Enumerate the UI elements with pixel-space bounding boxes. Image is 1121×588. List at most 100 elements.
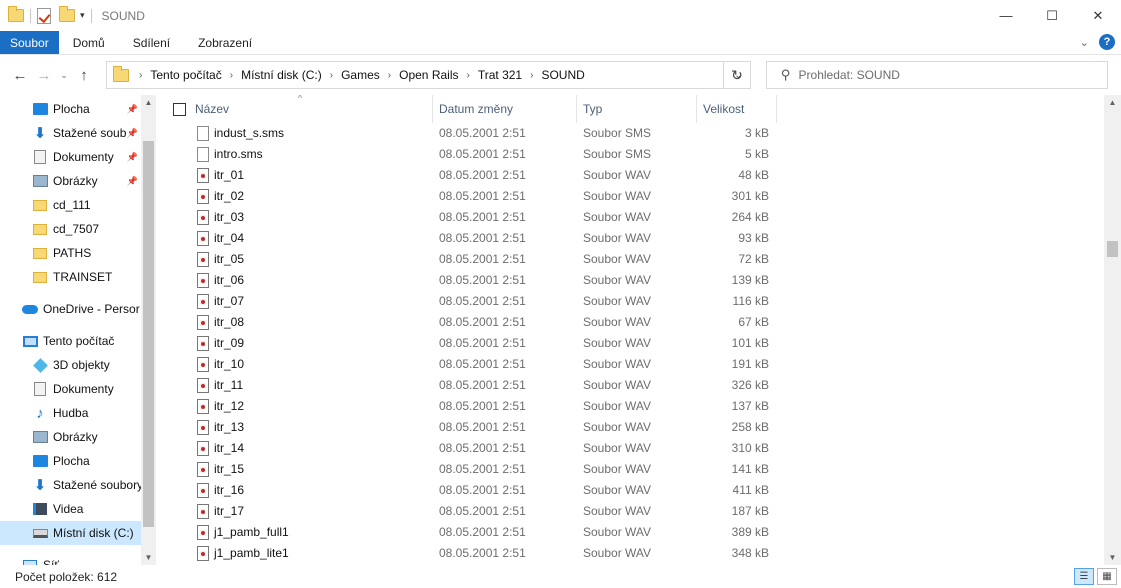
- file-row[interactable]: itr_16 08.05.2001 2:51 Soubor WAV 411 kB: [160, 480, 780, 501]
- large-icons-view-button[interactable]: ▦: [1097, 568, 1117, 585]
- file-date: 08.05.2001 2:51: [439, 420, 526, 434]
- breadcrumb-separator-icon[interactable]: ›: [230, 70, 233, 81]
- sidebar-item-label: Plocha: [53, 454, 90, 468]
- refresh-button[interactable]: ↻: [723, 61, 751, 89]
- file-row[interactable]: itr_06 08.05.2001 2:51 Soubor WAV 139 kB: [160, 270, 780, 291]
- tab-home[interactable]: Domů: [59, 31, 119, 54]
- customize-toolbar-icon[interactable]: ▾: [80, 10, 85, 21]
- scroll-down-arrow[interactable]: ▼: [1104, 553, 1121, 562]
- expand-ribbon-icon[interactable]: ⌄: [1080, 36, 1089, 49]
- scroll-up-arrow[interactable]: ▲: [141, 98, 156, 107]
- breadcrumb-separator-icon[interactable]: ›: [139, 70, 142, 81]
- select-all-checkbox[interactable]: [173, 103, 186, 116]
- breadcrumb-item[interactable]: Open Rails: [399, 68, 458, 82]
- sidebar-item[interactable]: Plocha: [0, 449, 142, 473]
- sidebar-item[interactable]: Obrázky: [0, 425, 142, 449]
- tab-file[interactable]: Soubor: [0, 31, 59, 54]
- file-row[interactable]: j1_pamb_full1 08.05.2001 2:51 Soubor WAV 38…: [160, 522, 780, 543]
- forward-button[interactable]: →: [32, 67, 56, 84]
- recent-locations-button[interactable]: ⌄: [56, 70, 72, 81]
- up-button[interactable]: ↑: [72, 67, 96, 84]
- music-icon: ♪: [32, 404, 48, 422]
- breadcrumb-separator-icon[interactable]: ›: [467, 70, 470, 81]
- breadcrumb-separator-icon[interactable]: ›: [530, 70, 533, 81]
- column-header-name[interactable]: Název: [189, 95, 433, 123]
- sidebar-item[interactable]: Síť: [0, 553, 142, 565]
- sidebar-item[interactable]: PATHS: [0, 241, 142, 265]
- file-row[interactable]: itr_12 08.05.2001 2:51 Soubor WAV 137 kB: [160, 396, 780, 417]
- audio-file-icon: [197, 315, 209, 330]
- close-button[interactable]: ✕: [1075, 0, 1121, 31]
- file-size: 141 kB: [731, 462, 769, 476]
- file-row[interactable]: j1_pamb_lite1 08.05.2001 2:51 Soubor WAV 34…: [160, 543, 780, 564]
- file-row[interactable]: itr_11 08.05.2001 2:51 Soubor WAV 326 kB: [160, 375, 780, 396]
- column-header-date[interactable]: Datum změny: [433, 95, 577, 123]
- sidebar-item[interactable]: TRAINSET: [0, 265, 142, 289]
- sidebar-item[interactable]: Videa: [0, 497, 142, 521]
- back-button[interactable]: ←: [8, 67, 32, 84]
- breadcrumb-separator-icon[interactable]: ›: [388, 70, 391, 81]
- search-input[interactable]: [798, 68, 1099, 82]
- navigation-pane-scrollbar[interactable]: ▲ ▼: [141, 95, 156, 565]
- file-row[interactable]: intro.sms 08.05.2001 2:51 Soubor SMS 5 kB: [160, 144, 780, 165]
- sidebar-item[interactable]: cd_111: [0, 193, 142, 217]
- maximize-button[interactable]: ☐: [1029, 0, 1075, 31]
- file-row[interactable]: itr_14 08.05.2001 2:51 Soubor WAV 310 kB: [160, 438, 780, 459]
- tab-view[interactable]: Zobrazení: [184, 31, 266, 54]
- download-icon: ⬇: [33, 477, 47, 494]
- file-list-scrollbar[interactable]: ▲ ▼: [1104, 95, 1121, 565]
- file-row[interactable]: itr_13 08.05.2001 2:51 Soubor WAV 258 kB: [160, 417, 780, 438]
- file-row[interactable]: itr_17 08.05.2001 2:51 Soubor WAV 187 kB: [160, 501, 780, 522]
- sidebar-item[interactable]: OneDrive - Persor: [0, 297, 142, 321]
- breadcrumb-item[interactable]: Místní disk (C:): [241, 68, 322, 82]
- scroll-down-arrow[interactable]: ▼: [141, 553, 156, 562]
- column-header-type[interactable]: Typ: [577, 95, 697, 123]
- file-row[interactable]: itr_10 08.05.2001 2:51 Soubor WAV 191 kB: [160, 354, 780, 375]
- file-row[interactable]: itr_15 08.05.2001 2:51 Soubor WAV 141 kB: [160, 459, 780, 480]
- file-row[interactable]: itr_01 08.05.2001 2:51 Soubor WAV 48 kB: [160, 165, 780, 186]
- file-row[interactable]: itr_02 08.05.2001 2:51 Soubor WAV 301 kB: [160, 186, 780, 207]
- sidebar-item[interactable]: Místní disk (C:): [0, 521, 142, 545]
- new-folder-icon[interactable]: [59, 6, 75, 22]
- search-box[interactable]: ⚲: [766, 61, 1108, 89]
- sidebar-item[interactable]: Dokumenty: [0, 377, 142, 401]
- sidebar-item[interactable]: Obrázky 📌: [0, 169, 142, 193]
- sidebar-item[interactable]: Tento počítač: [0, 329, 142, 353]
- sidebar-item[interactable]: cd_7507: [0, 217, 142, 241]
- breadcrumb-item[interactable]: Trat 321: [478, 68, 522, 82]
- sidebar-item[interactable]: 3D objekty: [0, 353, 142, 377]
- sidebar-item[interactable]: ♪ Hudba: [0, 401, 142, 425]
- file-row[interactable]: itr_05 08.05.2001 2:51 Soubor WAV 72 kB: [160, 249, 780, 270]
- file-row[interactable]: itr_04 08.05.2001 2:51 Soubor WAV 93 kB: [160, 228, 780, 249]
- divider: [90, 8, 92, 23]
- file-date: 08.05.2001 2:51: [439, 357, 526, 371]
- breadcrumb-item[interactable]: Tento počítač: [150, 68, 221, 82]
- file-row[interactable]: itr_09 08.05.2001 2:51 Soubor WAV 101 kB: [160, 333, 780, 354]
- sidebar-item-label: Dokumenty: [53, 382, 114, 396]
- properties-icon[interactable]: [37, 7, 51, 24]
- tab-share[interactable]: Sdílení: [119, 31, 184, 54]
- file-row[interactable]: indust_s.sms 08.05.2001 2:51 Soubor SMS 3 k…: [160, 123, 780, 144]
- music-icon: ♪: [36, 404, 44, 422]
- file-row[interactable]: itr_08 08.05.2001 2:51 Soubor WAV 67 kB: [160, 312, 780, 333]
- breadcrumb-item[interactable]: Games: [341, 68, 380, 82]
- breadcrumb-separator-icon[interactable]: ›: [330, 70, 333, 81]
- help-icon[interactable]: ?: [1099, 34, 1115, 50]
- file-row[interactable]: itr_03 08.05.2001 2:51 Soubor WAV 264 kB: [160, 207, 780, 228]
- column-header-size[interactable]: Velikost: [697, 95, 777, 123]
- address-bar[interactable]: › Tento počítač › Místní disk (C:) › Games › Op…: [106, 61, 751, 89]
- file-date: 08.05.2001 2:51: [439, 231, 526, 245]
- sidebar-item[interactable]: Plocha 📌: [0, 97, 142, 121]
- scrollbar-thumb[interactable]: [1107, 241, 1118, 257]
- breadcrumb-item[interactable]: SOUND: [541, 68, 584, 82]
- minimize-button[interactable]: —: [983, 0, 1029, 31]
- scrollbar-thumb[interactable]: [143, 141, 154, 527]
- sidebar-item[interactable]: Dokumenty 📌: [0, 145, 142, 169]
- audio-file-icon: [197, 378, 209, 393]
- sidebar-item[interactable]: ⬇ Stažené soubory: [0, 473, 142, 497]
- file-row[interactable]: itr_07 08.05.2001 2:51 Soubor WAV 116 kB: [160, 291, 780, 312]
- sidebar-item[interactable]: ⬇ Stažené soub 📌: [0, 121, 142, 145]
- sidebar-item-label: 3D objekty: [53, 358, 110, 372]
- scroll-up-arrow[interactable]: ▲: [1104, 98, 1121, 107]
- details-view-button[interactable]: ☰: [1074, 568, 1094, 585]
